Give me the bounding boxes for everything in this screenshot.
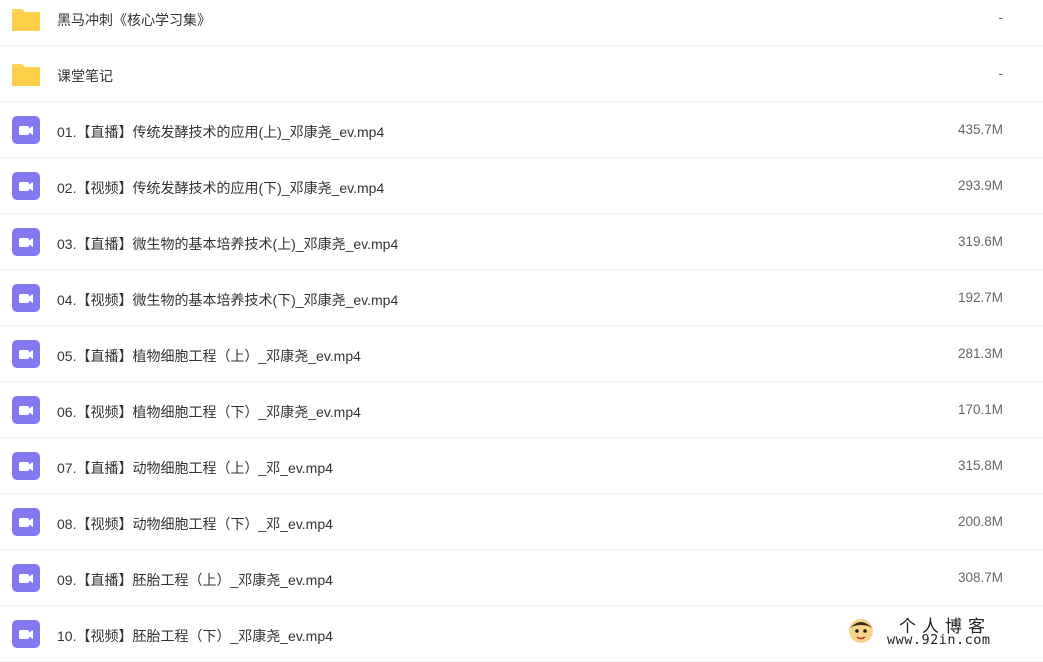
file-name[interactable]: 黑马冲刺《核心学习集》 [57, 10, 211, 30]
list-item[interactable]: 05.【直播】植物细胞工程（上）_邓康尧_ev.mp4 281.3M [0, 326, 1043, 382]
file-size: 281.3M [957, 346, 1003, 361]
video-icon [12, 116, 40, 144]
video-icon [12, 564, 40, 592]
video-icon [12, 452, 40, 480]
list-item[interactable]: 02.【视频】传统发酵技术的应用(下)_邓康尧_ev.mp4 293.9M [0, 158, 1043, 214]
list-item[interactable]: 07.【直播】动物细胞工程（上）_邓_ev.mp4 315.8M [0, 438, 1043, 494]
file-name[interactable]: 09.【直播】胚胎工程（上）_邓康尧_ev.mp4 [57, 570, 333, 590]
file-size: - [998, 66, 1004, 81]
list-item[interactable]: 01.【直播】传统发酵技术的应用(上)_邓康尧_ev.mp4 435.7M [0, 102, 1043, 158]
video-icon [12, 340, 40, 368]
video-icon [12, 508, 40, 536]
file-name[interactable]: 05.【直播】植物细胞工程（上）_邓康尧_ev.mp4 [57, 346, 361, 366]
file-name[interactable]: 03.【直播】微生物的基本培养技术(上)_邓康尧_ev.mp4 [57, 234, 398, 254]
file-size: 200.8M [957, 514, 1003, 529]
file-name[interactable]: 01.【直播】传统发酵技术的应用(上)_邓康尧_ev.mp4 [57, 122, 384, 142]
file-size: 308.7M [957, 570, 1003, 585]
list-item[interactable]: 04.【视频】微生物的基本培养技术(下)_邓康尧_ev.mp4 192.7M [0, 270, 1043, 326]
folder-icon [12, 64, 40, 86]
video-icon [12, 228, 40, 256]
list-item[interactable]: 06.【视频】植物细胞工程（下）_邓康尧_ev.mp4 170.1M [0, 382, 1043, 438]
blog-watermark: 个人博客 www.92in.com [839, 612, 1035, 652]
list-item[interactable]: 08.【视频】动物细胞工程（下）_邓_ev.mp4 200.8M [0, 494, 1043, 550]
file-name[interactable]: 课堂笔记 [57, 66, 113, 86]
video-icon [12, 284, 40, 312]
list-item[interactable]: 09.【直播】胚胎工程（上）_邓康尧_ev.mp4 308.7M [0, 550, 1043, 606]
file-size: 293.9M [957, 178, 1003, 193]
file-size: 435.7M [957, 122, 1003, 137]
video-icon [12, 172, 40, 200]
avatar-icon [849, 619, 873, 643]
file-size: 170.1M [957, 402, 1003, 417]
file-size: 319.6M [957, 234, 1003, 249]
folder-icon [12, 9, 40, 31]
file-name[interactable]: 07.【直播】动物细胞工程（上）_邓_ev.mp4 [57, 458, 333, 478]
file-name[interactable]: 06.【视频】植物细胞工程（下）_邓康尧_ev.mp4 [57, 402, 361, 422]
list-item[interactable]: 黑马冲刺《核心学习集》 - [0, 0, 1043, 46]
file-size: - [998, 10, 1004, 25]
list-item[interactable]: 03.【直播】微生物的基本培养技术(上)_邓康尧_ev.mp4 319.6M [0, 214, 1043, 270]
file-name[interactable]: 08.【视频】动物细胞工程（下）_邓_ev.mp4 [57, 514, 333, 534]
file-name[interactable]: 04.【视频】微生物的基本培养技术(下)_邓康尧_ev.mp4 [57, 290, 398, 310]
video-icon [12, 620, 40, 648]
file-list: 黑马冲刺《核心学习集》 - 课堂笔记 - 01.【直播】传统发酵技术的应用(上)… [0, 0, 1043, 662]
watermark-url: www.92in.com [887, 632, 991, 648]
file-name[interactable]: 02.【视频】传统发酵技术的应用(下)_邓康尧_ev.mp4 [57, 178, 384, 198]
file-name[interactable]: 10.【视频】胚胎工程（下）_邓康尧_ev.mp4 [57, 626, 333, 646]
video-icon [12, 396, 40, 424]
list-item[interactable]: 课堂笔记 - [0, 46, 1043, 102]
file-size: 315.8M [957, 458, 1003, 473]
file-size: 192.7M [957, 290, 1003, 305]
